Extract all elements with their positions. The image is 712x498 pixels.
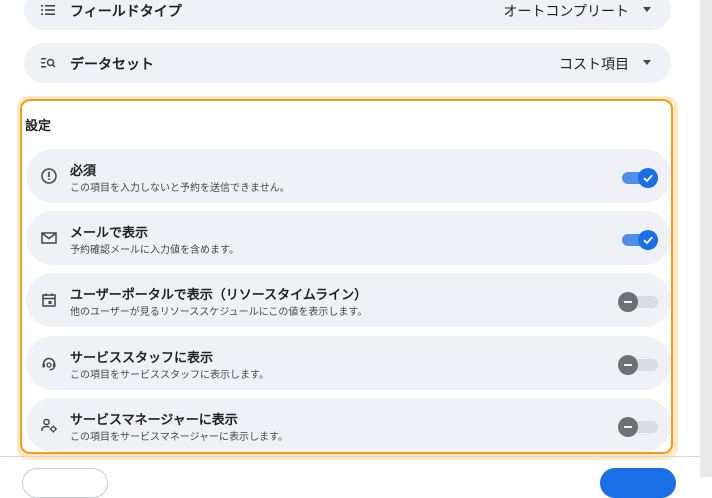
- service-manager-toggle[interactable]: [618, 415, 658, 437]
- chevron-down-icon: [643, 60, 651, 65]
- mail-icon: [41, 232, 57, 244]
- setting-row-required: 必須 この項目を入力しないと予約を送信できません。: [26, 149, 671, 203]
- setting-description: 予約確認メールに入力値を含めます。: [70, 245, 239, 256]
- dataset-label: データセット: [70, 57, 154, 73]
- cancel-button[interactable]: [22, 468, 108, 498]
- setting-title: ユーザーポータルで表示（リソースタイムライン）: [70, 288, 368, 303]
- setting-title: サービスマネージャーに表示: [70, 413, 238, 428]
- field-type-value: オートコンプリート: [503, 4, 629, 20]
- save-button[interactable]: [600, 468, 676, 498]
- minus-icon: [618, 292, 638, 312]
- list-search-icon: [41, 58, 56, 68]
- setting-description: 他のユーザーが見るリソーススケジュールにこの値を表示します。: [70, 307, 368, 318]
- field-type-dropdown[interactable]: フィールドタイプ オートコンプリート: [24, 0, 671, 30]
- setting-row-user-portal: ユーザーポータルで表示（リソースタイムライン） 他のユーザーが見るリソーススケジ…: [26, 273, 671, 327]
- footer-divider: [0, 456, 700, 457]
- alert-circle-icon: [41, 168, 57, 184]
- list-icon: [41, 5, 55, 15]
- setting-description: この項目をサービスマネージャーに表示します。: [70, 432, 288, 443]
- setting-title: メールで表示: [70, 226, 149, 241]
- minus-icon: [618, 417, 638, 437]
- manage-accounts-icon: [41, 418, 57, 433]
- setting-description: この項目を入力しないと予約を送信できません。: [70, 183, 290, 194]
- support-agent-icon: [42, 357, 56, 371]
- setting-description: この項目をサービススタッフに表示します。: [70, 370, 269, 381]
- field-type-label: フィールドタイプ: [70, 4, 182, 20]
- email-toggle[interactable]: [622, 228, 658, 250]
- settings-title: 設定: [25, 119, 52, 134]
- field-settings-panel: フィールドタイプ オートコンプリート データセット コスト項目 設定 必須 この…: [0, 0, 700, 498]
- setting-row-service-manager: サービスマネージャーに表示 この項目をサービスマネージャーに表示します。: [26, 398, 671, 452]
- setting-row-service-staff: サービススタッフに表示 この項目をサービススタッフに表示します。: [26, 336, 671, 390]
- dataset-dropdown[interactable]: データセット コスト項目: [24, 43, 671, 83]
- setting-row-email: メールで表示 予約確認メールに入力値を含めます。: [26, 211, 671, 265]
- service-staff-toggle[interactable]: [618, 353, 658, 375]
- setting-title: サービススタッフに表示: [70, 351, 214, 366]
- check-icon: [638, 230, 658, 250]
- scrollbar[interactable]: [700, 0, 712, 477]
- setting-title: 必須: [70, 164, 97, 179]
- dataset-value: コスト項目: [559, 57, 629, 73]
- minus-icon: [618, 355, 638, 375]
- check-icon: [638, 168, 658, 188]
- required-toggle[interactable]: [622, 166, 658, 188]
- chevron-down-icon: [643, 7, 651, 12]
- calendar-icon: [42, 293, 56, 307]
- user-portal-toggle[interactable]: [618, 290, 658, 312]
